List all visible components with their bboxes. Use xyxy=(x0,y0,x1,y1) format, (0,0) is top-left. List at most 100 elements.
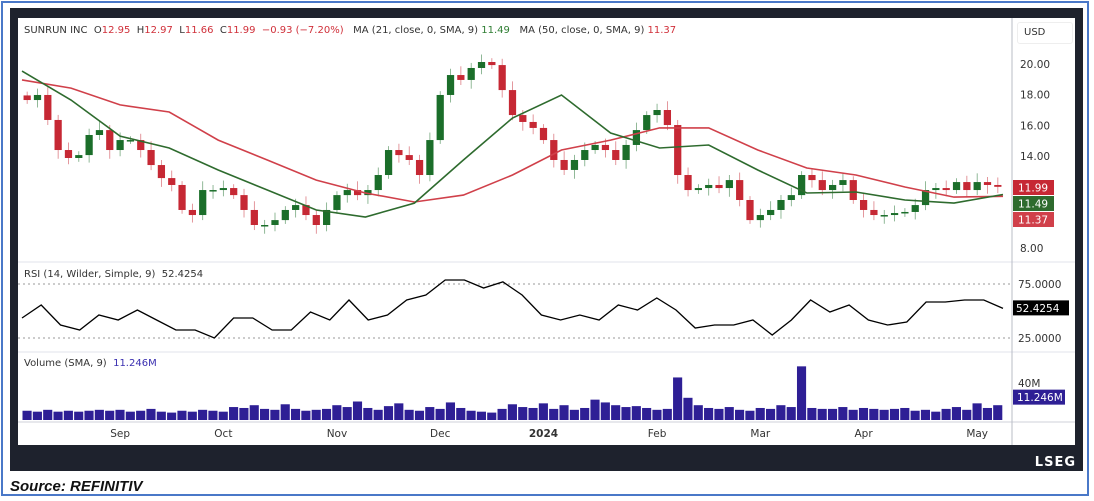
volume-bar xyxy=(208,410,218,420)
currency-button[interactable]: USD xyxy=(1017,22,1073,44)
candle-body xyxy=(591,144,599,151)
volume-bar xyxy=(724,407,734,420)
candle-body xyxy=(168,178,176,185)
volume-bar xyxy=(662,408,672,420)
time-tick-label: Dec xyxy=(430,428,451,440)
candle-body xyxy=(219,188,227,191)
last-price-label: 11.99 xyxy=(1018,183,1048,195)
volume-bar xyxy=(941,408,951,420)
candle-body xyxy=(601,144,610,151)
candle-body xyxy=(147,150,155,166)
candle-body xyxy=(199,190,207,216)
ma21-axis-label: 11.49 xyxy=(1018,199,1048,211)
volume-bar xyxy=(373,409,383,420)
price-tick-label: 16.00 xyxy=(1020,120,1050,132)
time-tick-label: Nov xyxy=(327,428,348,440)
volume-bar xyxy=(569,409,579,420)
volume-bar xyxy=(693,405,703,420)
candle-body xyxy=(64,150,73,158)
high-value: 12.97 xyxy=(144,25,173,36)
volume-bar xyxy=(652,409,662,420)
candle-body xyxy=(643,115,651,131)
volume-bar xyxy=(94,409,104,420)
ma50-axis-label: 11.37 xyxy=(1018,215,1048,227)
candle-body xyxy=(932,188,940,191)
volume-bar xyxy=(456,407,466,420)
candle-body xyxy=(581,150,589,160)
candle-body xyxy=(292,205,300,210)
volume-bar xyxy=(198,409,208,420)
volume-bar xyxy=(631,406,641,420)
candle-body xyxy=(870,209,878,216)
volume-bar xyxy=(177,410,187,420)
candle-body xyxy=(44,94,52,120)
candle-body xyxy=(560,159,568,170)
volume-bar xyxy=(43,409,53,420)
price-legend: SUNRUN INC O12.95 H12.97 L11.66 C11.99 −… xyxy=(24,25,677,36)
volume-bar xyxy=(466,410,476,420)
candle-body xyxy=(829,184,837,191)
candle-body xyxy=(116,140,124,151)
candle-body xyxy=(818,180,826,191)
volume-bar xyxy=(53,411,63,420)
candle-body xyxy=(994,184,1002,187)
volume-bar xyxy=(383,406,394,420)
time-tick-label: 2024 xyxy=(529,428,558,440)
candle-body xyxy=(446,75,455,95)
candle-body xyxy=(230,188,238,196)
candle-body xyxy=(75,155,83,158)
volume-tick-label: 40M xyxy=(1018,378,1040,390)
candle-body xyxy=(911,205,919,212)
volume-bar xyxy=(84,410,94,420)
volume-bar xyxy=(136,410,146,420)
candle-body xyxy=(426,140,434,176)
candle-body xyxy=(95,130,104,135)
candle-body xyxy=(188,209,196,216)
volume-bar xyxy=(745,410,755,420)
volume-bar xyxy=(187,411,197,420)
price-tick-label: 8.00 xyxy=(1020,243,1043,255)
candle-body xyxy=(952,182,961,191)
candle-body xyxy=(415,159,424,176)
time-tick-label: Feb xyxy=(648,428,667,440)
candle-body xyxy=(736,180,744,201)
volume-bar xyxy=(290,408,301,420)
candle-body xyxy=(209,190,217,192)
candle-body xyxy=(178,184,186,210)
candle-body xyxy=(374,175,382,191)
volume-bar xyxy=(342,407,352,420)
candle-body xyxy=(261,225,269,227)
volume-bar xyxy=(332,405,342,420)
volume-bar xyxy=(445,402,456,420)
time-tick-label: Mar xyxy=(750,428,770,440)
volume-bar xyxy=(518,407,528,420)
candle-body xyxy=(529,121,537,128)
chart-area[interactable]: 20.00 18.00 16.00 14.00 8.00 11.99 11.49 11.37 7… xyxy=(18,18,1075,445)
volume-bar xyxy=(951,407,961,420)
volume-bar xyxy=(497,408,507,420)
rsi-tick-label: 25.0000 xyxy=(1018,333,1061,345)
candle-body xyxy=(539,127,548,141)
volume-bar xyxy=(414,410,425,420)
volume-bar xyxy=(487,412,497,420)
volume-bar xyxy=(993,405,1003,420)
candle-body xyxy=(488,62,496,66)
price-tick-label: 18.00 xyxy=(1020,90,1050,102)
candle-body xyxy=(756,215,764,221)
close-value: 11.99 xyxy=(226,25,256,36)
price-tick-label: 14.00 xyxy=(1020,151,1050,163)
candle-body xyxy=(849,180,857,201)
candle-body xyxy=(384,150,393,176)
time-tick-label: Sep xyxy=(110,428,130,440)
candle-body xyxy=(467,67,475,80)
volume-bar xyxy=(920,409,931,420)
candle-body xyxy=(498,65,506,91)
candle-body xyxy=(33,94,42,101)
candle-body xyxy=(436,94,444,141)
volume-bar xyxy=(590,399,600,420)
candle-body xyxy=(250,209,258,225)
volume-bar xyxy=(105,410,115,420)
volume-bar xyxy=(817,408,827,420)
volume-bar xyxy=(776,405,786,420)
volume-bar xyxy=(167,412,177,420)
